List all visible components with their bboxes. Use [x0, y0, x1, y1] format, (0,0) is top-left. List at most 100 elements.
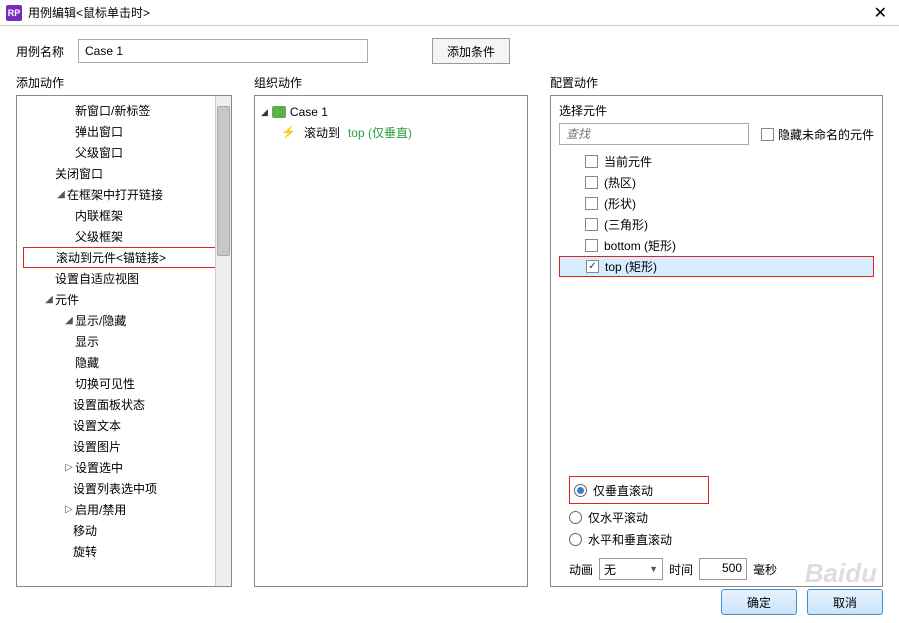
tree-item[interactable]: 设置文本 — [23, 415, 229, 436]
tree-item-label: 设置自适应视图 — [55, 270, 139, 287]
tree-item[interactable]: 显示 — [23, 331, 229, 352]
tree-item[interactable]: 弹出窗口 — [23, 121, 229, 142]
tree-item-label: 父级窗口 — [75, 144, 123, 161]
expand-icon: ◢ — [63, 315, 75, 326]
config-panel: 选择元件 隐藏未命名的元件 当前元件 (热区) (形状) (三角形) bottom (矩… — [550, 95, 883, 587]
close-icon[interactable]: ✕ — [868, 3, 893, 23]
add-condition-button[interactable]: 添加条件 — [432, 38, 510, 64]
action-node[interactable]: ⚡ 滚动到 top (仅垂直) — [261, 122, 521, 142]
time-input[interactable]: 500 — [699, 558, 747, 580]
footer: 确定 取消 — [721, 589, 883, 615]
tree-item[interactable]: 设置列表选中项 — [23, 478, 229, 499]
radio-vertical-only[interactable]: 仅垂直滚动 — [574, 479, 704, 501]
tree-item[interactable]: ◢显示/隐藏 — [23, 310, 229, 331]
case-icon — [272, 106, 286, 118]
radio-icon — [569, 511, 582, 524]
ok-button[interactable]: 确定 — [721, 589, 797, 615]
tree-item-label: 弹出窗口 — [75, 123, 123, 140]
scrollbar[interactable] — [215, 96, 231, 586]
tree-item-label: 显示/隐藏 — [75, 312, 126, 329]
anim-value: 无 — [604, 561, 616, 578]
tree-item-label: 设置选中 — [75, 459, 123, 476]
tree-item[interactable]: ◢在框架中打开链接 — [23, 184, 229, 205]
component-item[interactable]: ✓ top (矩形) — [559, 256, 874, 277]
tree-item-label: 滚动到元件<锚链接> — [56, 249, 166, 266]
tree-item[interactable]: 旋转 — [23, 541, 229, 562]
tree-item-label: 启用/禁用 — [75, 501, 126, 518]
tree-item[interactable]: 父级窗口 — [23, 142, 229, 163]
component-label: 当前元件 — [604, 153, 652, 170]
tree-item-label: 关闭窗口 — [55, 165, 103, 182]
tree-item[interactable]: 内联框架 — [23, 205, 229, 226]
action-label: 滚动到 — [304, 124, 340, 141]
case-label: Case 1 — [290, 105, 328, 119]
checkbox-icon — [761, 128, 774, 141]
expand-icon: ◢ — [43, 294, 55, 305]
org-action-panel: ◢ Case 1 ⚡ 滚动到 top (仅垂直) — [254, 95, 528, 587]
component-item[interactable]: (热区) — [559, 172, 874, 193]
radio-icon — [574, 484, 587, 497]
tree-item-label: 设置列表选中项 — [73, 480, 157, 497]
case-name-input[interactable] — [78, 39, 368, 63]
radio-both[interactable]: 水平和垂直滚动 — [569, 528, 864, 550]
component-list: 当前元件 (热区) (形状) (三角形) bottom (矩形) ✓ top (矩形) — [559, 151, 874, 468]
tree-item[interactable]: 滚动到元件<锚链接> — [23, 247, 229, 268]
component-label: top (矩形) — [605, 258, 657, 275]
tree-item[interactable]: ▷启用/禁用 — [23, 499, 229, 520]
anim-label: 动画 — [569, 561, 593, 578]
tree-item[interactable]: 设置自适应视图 — [23, 268, 229, 289]
component-label: (三角形) — [604, 216, 648, 233]
component-item[interactable]: (三角形) — [559, 214, 874, 235]
expand-icon: ◢ — [55, 189, 67, 200]
add-action-label: 添加动作 — [16, 74, 232, 91]
select-component-label: 选择元件 — [559, 102, 874, 119]
hide-unnamed-checkbox[interactable]: 隐藏未命名的元件 — [761, 126, 874, 143]
animation-row: 动画 无 ▼ 时间 500 毫秒 — [559, 558, 874, 580]
radio-icon — [569, 533, 582, 546]
cancel-button[interactable]: 取消 — [807, 589, 883, 615]
anim-select[interactable]: 无 ▼ — [599, 558, 663, 580]
header-row: 用例名称 添加条件 — [0, 26, 899, 74]
tree-item[interactable]: 关闭窗口 — [23, 163, 229, 184]
tree-item-label: 旋转 — [73, 543, 97, 560]
radio-horizontal-only[interactable]: 仅水平滚动 — [569, 506, 864, 528]
component-item[interactable]: (形状) — [559, 193, 874, 214]
org-action-label: 组织动作 — [254, 74, 528, 91]
tree-item[interactable]: ▷设置选中 — [23, 457, 229, 478]
chevron-down-icon: ▼ — [649, 564, 658, 574]
tree-item[interactable]: 切换可见性 — [23, 373, 229, 394]
checkbox-icon — [585, 239, 598, 252]
scroll-thumb[interactable] — [217, 106, 230, 256]
tree-item-label: 显示 — [75, 333, 99, 350]
tree-item-label: 切换可见性 — [75, 375, 135, 392]
action-target: top (仅垂直) — [348, 124, 412, 141]
tree-item[interactable]: 设置面板状态 — [23, 394, 229, 415]
component-item[interactable]: 当前元件 — [559, 151, 874, 172]
component-item[interactable]: bottom (矩形) — [559, 235, 874, 256]
tree-item-label: 设置图片 — [73, 438, 121, 455]
component-label: bottom (矩形) — [604, 237, 676, 254]
tree-item-label: 设置面板状态 — [73, 396, 145, 413]
window-title: 用例编辑<鼠标单击时> — [28, 4, 868, 21]
tree-item[interactable]: 移动 — [23, 520, 229, 541]
tree-item-label: 元件 — [55, 291, 79, 308]
expand-icon: ▷ — [63, 504, 75, 515]
scroll-options: 仅垂直滚动 仅水平滚动 水平和垂直滚动 — [559, 472, 874, 552]
hide-unnamed-label: 隐藏未命名的元件 — [778, 126, 874, 143]
checkbox-icon — [585, 197, 598, 210]
checkbox-icon: ✓ — [586, 260, 599, 273]
tree-item[interactable]: 设置图片 — [23, 436, 229, 457]
radio-label: 仅水平滚动 — [588, 509, 648, 526]
search-input[interactable] — [559, 123, 749, 145]
tree-item[interactable]: 新窗口/新标签 — [23, 100, 229, 121]
checkbox-icon — [585, 155, 598, 168]
tree-item[interactable]: 隐藏 — [23, 352, 229, 373]
checkbox-icon — [585, 176, 598, 189]
case-name-label: 用例名称 — [16, 43, 64, 60]
radio-label: 水平和垂直滚动 — [588, 531, 672, 548]
case-node[interactable]: ◢ Case 1 — [261, 102, 521, 122]
tree-item-label: 内联框架 — [75, 207, 123, 224]
tree-item[interactable]: 父级框架 — [23, 226, 229, 247]
component-label: (形状) — [604, 195, 636, 212]
tree-item[interactable]: ◢元件 — [23, 289, 229, 310]
